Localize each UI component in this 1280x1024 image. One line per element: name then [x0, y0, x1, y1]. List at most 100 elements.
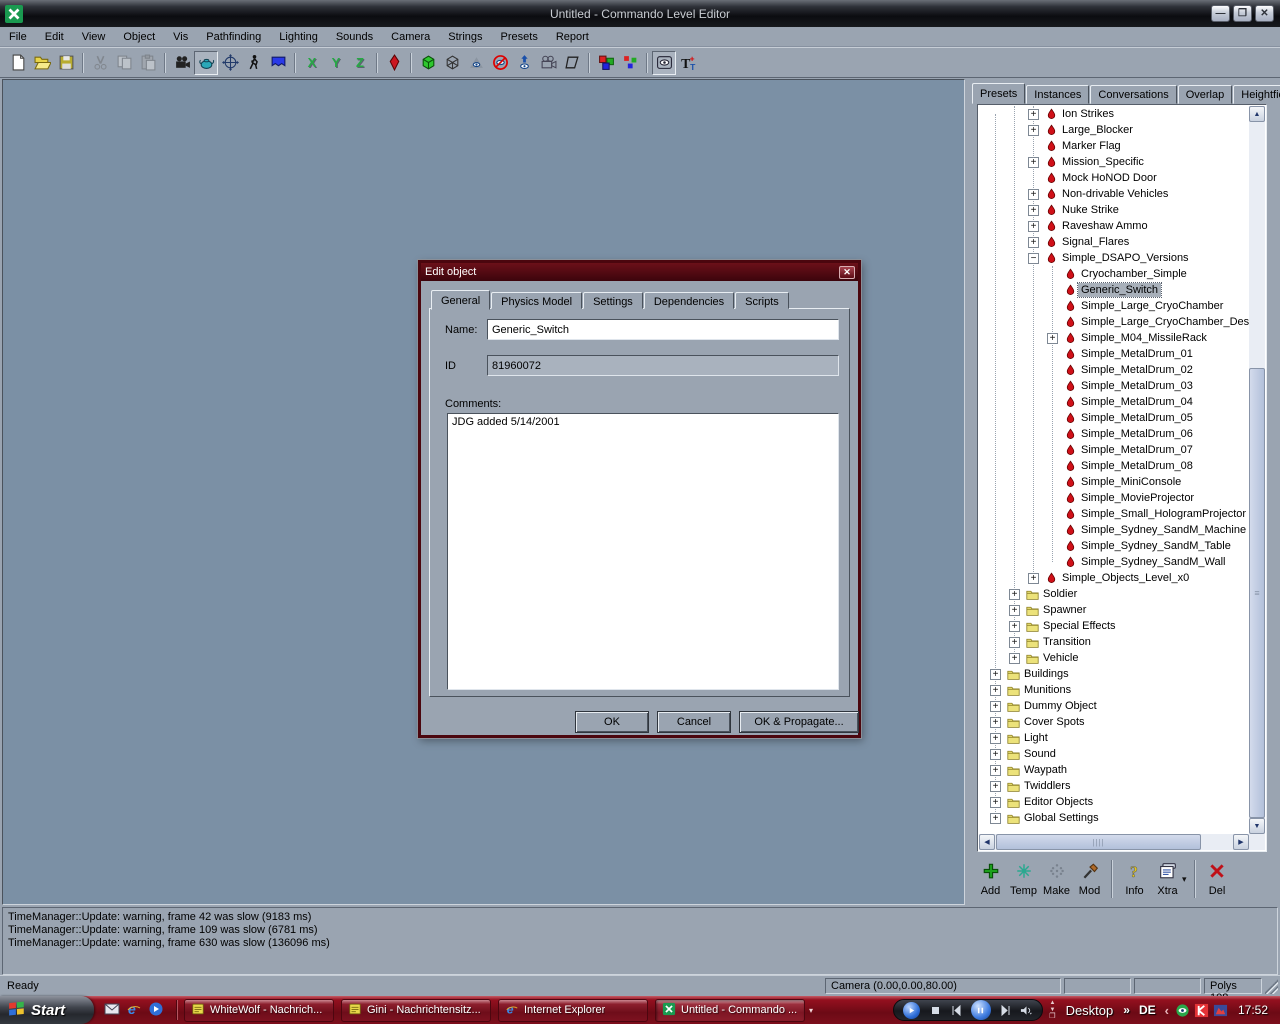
eye-up-icon[interactable] — [512, 51, 536, 75]
expand-icon[interactable]: + — [1009, 653, 1020, 664]
tree-row[interactable]: Simple_MetalDrum_02 — [979, 362, 1249, 378]
scroll-right-icon[interactable]: ▶ — [1233, 834, 1249, 850]
dots-rgb-icon[interactable] — [618, 51, 642, 75]
dialog-tab-dependencies[interactable]: Dependencies — [644, 292, 734, 309]
expand-icon[interactable]: + — [1028, 205, 1039, 216]
tree-item-label[interactable]: Simple_MetalDrum_01 — [1078, 347, 1196, 361]
tree-row[interactable]: +Signal_Flares — [979, 234, 1249, 250]
tree-row[interactable]: Simple_MovieProjector — [979, 490, 1249, 506]
tree-row[interactable]: Simple_MiniConsole — [979, 474, 1249, 490]
tree-item-label[interactable]: Waypath — [1021, 763, 1070, 777]
cut-icon[interactable] — [88, 51, 112, 75]
tab-presets[interactable]: Presets — [972, 83, 1025, 104]
dialog-tab-physics-model[interactable]: Physics Model — [491, 292, 582, 309]
tree-item-label[interactable]: Simple_M04_MissileRack — [1078, 331, 1210, 345]
camera2-icon[interactable] — [536, 51, 560, 75]
tree-item-label[interactable]: Non-drivable Vehicles — [1059, 187, 1171, 201]
expand-icon[interactable]: + — [1028, 189, 1039, 200]
axis-x-icon[interactable]: X — [300, 51, 324, 75]
tree-row[interactable]: +Nuke Strike — [979, 202, 1249, 218]
tree-row[interactable]: + Sound — [979, 746, 1249, 762]
taskbar-task-untitled-commando[interactable]: Untitled - Commando ... — [655, 999, 805, 1022]
expand-icon[interactable]: + — [990, 749, 1001, 760]
expand-icon[interactable]: + — [1028, 109, 1039, 120]
tree-item-label[interactable]: Generic_Switch — [1078, 283, 1161, 297]
menu-strings[interactable]: Strings — [439, 29, 491, 45]
comments-textarea[interactable]: JDG added 5/14/2001 — [447, 413, 839, 690]
tree-row[interactable]: Simple_Large_CryoChamber_Destr — [979, 314, 1249, 330]
walk-icon[interactable] — [242, 51, 266, 75]
tree-row[interactable]: +Light — [979, 730, 1249, 746]
tree-item-label[interactable]: Simple_MovieProjector — [1078, 491, 1197, 505]
tree-row[interactable]: Simple_MetalDrum_01 — [979, 346, 1249, 362]
expand-icon[interactable]: + — [1028, 157, 1039, 168]
tree-item-label[interactable]: Simple_Sydney_SandM_Wall — [1078, 555, 1229, 569]
next-button[interactable] — [999, 1004, 1012, 1017]
tree-item-label[interactable]: Simple_MetalDrum_07 — [1078, 443, 1196, 457]
del-button[interactable]: Del — [1201, 856, 1234, 902]
toolbar-spinner[interactable]: ▲▼❐ — [1049, 1000, 1055, 1020]
tree-item-label[interactable]: Simple_Objects_Level_x0 — [1059, 571, 1192, 585]
expand-icon[interactable]: + — [1009, 605, 1020, 616]
expand-icon[interactable]: + — [990, 765, 1001, 776]
flag-icon[interactable] — [266, 51, 290, 75]
tree-item-label[interactable]: Simple_MetalDrum_08 — [1078, 459, 1196, 473]
dropdown-arrow-icon[interactable]: ▾ — [1182, 874, 1187, 885]
expand-icon[interactable]: + — [1028, 125, 1039, 136]
tree-item-label[interactable]: Simple_MetalDrum_04 — [1078, 395, 1196, 409]
tree-item-label[interactable]: Simple_Large_CryoChamber — [1078, 299, 1226, 313]
menu-view[interactable]: View — [73, 29, 115, 45]
menu-lighting[interactable]: Lighting — [270, 29, 327, 45]
orbit-icon[interactable] — [218, 51, 242, 75]
expand-icon[interactable]: + — [1009, 637, 1020, 648]
tree-row[interactable]: +Special Effects — [979, 618, 1249, 634]
dialog-tab-general[interactable]: General — [431, 290, 490, 310]
tree-row[interactable]: +Buildings — [979, 666, 1249, 682]
menu-report[interactable]: Report — [547, 29, 598, 45]
tree-row[interactable]: Simple_Small_HologramProjector — [979, 506, 1249, 522]
tree-row[interactable]: +Twiddlers — [979, 778, 1249, 794]
xtra-button[interactable]: Xtra — [1151, 856, 1184, 902]
tree-item-label[interactable]: Simple_Large_CryoChamber_Destr — [1078, 315, 1249, 329]
tree-vertical-scrollbar[interactable]: ▲ ≡ ▼ — [1249, 106, 1265, 834]
expand-icon[interactable]: + — [990, 797, 1001, 808]
tab-conversations[interactable]: Conversations — [1090, 85, 1176, 104]
tree-item-label[interactable]: Simple_MetalDrum_05 — [1078, 411, 1196, 425]
tree-item-label[interactable]: Sound — [1021, 747, 1059, 761]
tree-item-label[interactable]: Editor Objects — [1021, 795, 1096, 809]
tree-item-label[interactable]: Global Settings — [1021, 811, 1102, 825]
taskbar-scroll-icon[interactable]: ▾ — [809, 1006, 813, 1015]
tree-row[interactable]: Marker Flag — [979, 138, 1249, 154]
mail-icon[interactable] — [104, 1001, 120, 1020]
chevron-icon[interactable]: » — [1123, 1003, 1130, 1017]
tree-item-label[interactable]: Special Effects — [1040, 619, 1119, 633]
tree-item-label[interactable]: Large_Blocker — [1059, 123, 1136, 137]
dialog-close-icon[interactable]: ✕ — [839, 266, 855, 279]
vertical-scrollbar-thumb[interactable]: ≡ — [1249, 368, 1265, 818]
cube-solid-icon[interactable] — [416, 51, 440, 75]
cubes-rgb-icon[interactable] — [594, 51, 618, 75]
scroll-down-icon[interactable]: ▼ — [1249, 818, 1265, 834]
start-button[interactable]: Start — [0, 996, 94, 1024]
name-input[interactable] — [487, 319, 839, 340]
expand-icon[interactable]: + — [990, 717, 1001, 728]
new-icon[interactable] — [6, 51, 30, 75]
maximize-icon[interactable]: ❐ — [1233, 5, 1252, 22]
menu-edit[interactable]: Edit — [36, 29, 73, 45]
polygon-icon[interactable] — [560, 51, 584, 75]
tree-item-label[interactable]: Vehicle — [1040, 651, 1081, 665]
taskbar-task-internet-explorer[interactable]: eInternet Explorer — [498, 999, 648, 1022]
expand-icon[interactable]: + — [990, 685, 1001, 696]
tree-item-label[interactable]: Simple_MiniConsole — [1078, 475, 1184, 489]
expand-icon[interactable]: + — [1047, 333, 1058, 344]
tree-item-label[interactable]: Simple_MetalDrum_06 — [1078, 427, 1196, 441]
drop-icon[interactable] — [382, 51, 406, 75]
tree-row[interactable]: Simple_MetalDrum_03 — [979, 378, 1249, 394]
cube-wire-icon[interactable] — [440, 51, 464, 75]
open-icon[interactable] — [30, 51, 54, 75]
menu-vis[interactable]: Vis — [164, 29, 197, 45]
tree-row[interactable]: Simple_Sydney_SandM_Table — [979, 538, 1249, 554]
eye-triangle-icon[interactable] — [464, 51, 488, 75]
tree-row[interactable]: Simple_Large_CryoChamber — [979, 298, 1249, 314]
tree-row[interactable]: Simple_MetalDrum_04 — [979, 394, 1249, 410]
